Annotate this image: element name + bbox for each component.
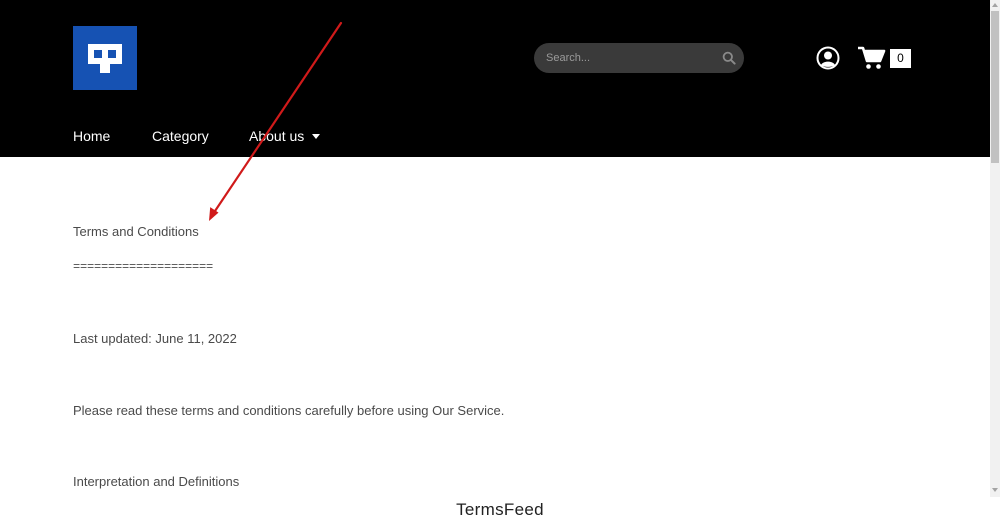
account-icon[interactable] — [816, 46, 840, 70]
vertical-scrollbar[interactable] — [990, 0, 1000, 497]
main-nav: Home Category About us — [0, 116, 990, 157]
nav-item-label: About us — [249, 128, 305, 144]
heading-underline: ==================== — [73, 260, 214, 274]
search-box — [534, 43, 744, 73]
search-input[interactable] — [534, 43, 714, 73]
brand-logo-icon — [88, 44, 122, 73]
last-updated-text: Last updated: June 11, 2022 — [73, 331, 237, 346]
scroll-up-icon[interactable] — [992, 3, 998, 7]
nav-item-label: Home — [73, 128, 111, 144]
intro-paragraph: Please read these terms and conditions c… — [73, 403, 505, 418]
page: 0 Home Category About us Terms and Condi… — [0, 0, 1000, 528]
site-header: 0 — [0, 0, 990, 116]
caret-down-icon — [312, 133, 321, 139]
nav-item-category[interactable]: Category — [152, 116, 209, 157]
cart-count-badge[interactable]: 0 — [890, 49, 911, 68]
interpretation-heading: Interpretation and Definitions — [73, 474, 240, 489]
scrollbar-thumb[interactable] — [991, 11, 999, 163]
cart-icon[interactable] — [858, 46, 886, 70]
termsfeed-banner: TermsFeed — [0, 497, 1000, 528]
nav-item-label: Category — [152, 128, 209, 144]
nav-item-about-us[interactable]: About us — [249, 116, 321, 157]
scroll-down-icon[interactable] — [992, 488, 998, 492]
brand-logo[interactable] — [73, 26, 137, 90]
terms-heading: Terms and Conditions — [73, 224, 199, 239]
search-icon[interactable] — [722, 51, 736, 65]
banner-text: TermsFeed — [456, 500, 544, 519]
nav-item-home[interactable]: Home — [73, 116, 110, 157]
arrow-head-icon — [209, 207, 219, 221]
